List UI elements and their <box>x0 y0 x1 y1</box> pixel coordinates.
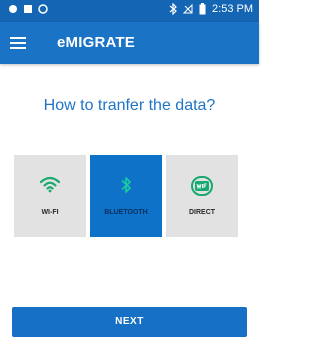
notification-circle-icon <box>38 4 48 14</box>
question-heading: How to tranfer the data? <box>43 97 216 114</box>
option-wifi-label: WI-FI <box>41 209 59 216</box>
status-right: 2:53 PM <box>169 3 253 15</box>
bluetooth-status-icon <box>169 3 177 15</box>
battery-icon <box>199 3 206 15</box>
notification-square-icon <box>24 5 32 13</box>
status-time: 2:53 PM <box>212 3 253 15</box>
transfer-options: WI-FI BLUETOOTH DIRECT <box>14 155 247 237</box>
notification-dot-icon <box>9 5 17 13</box>
menu-icon[interactable] <box>10 32 32 54</box>
option-direct[interactable]: DIRECT <box>166 155 238 237</box>
status-left-icons <box>8 4 48 14</box>
next-button[interactable]: NEXT <box>12 307 247 337</box>
wifi-direct-icon <box>191 176 213 196</box>
app-title: eMIGRATE <box>57 34 135 51</box>
option-bluetooth-label: BLUETOOTH <box>104 209 148 216</box>
option-bluetooth[interactable]: BLUETOOTH <box>90 155 162 237</box>
status-bar: 2:53 PM <box>0 0 259 22</box>
option-wifi[interactable]: WI-FI <box>14 155 86 237</box>
app-toolbar: eMIGRATE <box>0 22 259 64</box>
option-direct-label: DIRECT <box>188 209 216 216</box>
bluetooth-icon <box>121 177 131 193</box>
no-signal-icon <box>183 4 193 14</box>
wifi-icon <box>39 176 61 193</box>
